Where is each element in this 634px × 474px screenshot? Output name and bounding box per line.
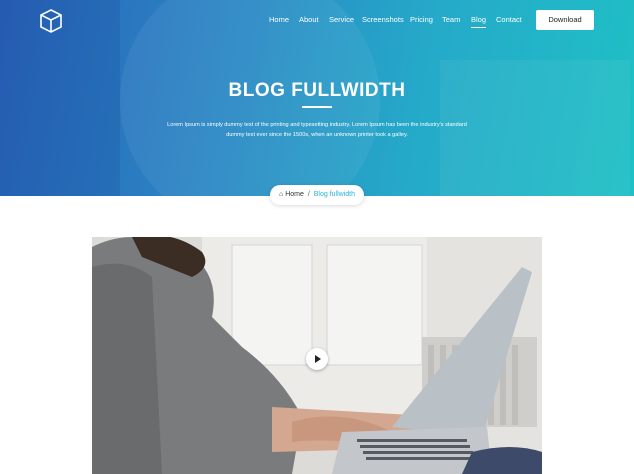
nav-service[interactable]: Service: [329, 15, 354, 24]
breadcrumb-separator: /: [307, 191, 310, 198]
nav-pricing[interactable]: Pricing: [410, 15, 433, 24]
breadcrumb-home[interactable]: Home: [285, 191, 304, 198]
hero-description: Lorem Ipsum is simply dummy text of the …: [167, 122, 467, 138]
nav-contact[interactable]: Contact: [496, 15, 522, 24]
nav-team[interactable]: Team: [442, 15, 460, 24]
nav-about[interactable]: About: [299, 15, 319, 24]
download-button[interactable]: Download: [536, 10, 594, 30]
breadcrumb: ⌂ Home / Blog fullwidth: [270, 185, 364, 205]
page-title: BLOG FULLWIDTH: [228, 80, 406, 101]
home-icon: ⌂: [279, 191, 284, 198]
title-underline: [302, 106, 332, 108]
play-icon[interactable]: [306, 348, 328, 370]
nav-screenshots[interactable]: Screenshots: [362, 15, 404, 24]
nav-home[interactable]: Home: [269, 15, 289, 24]
nav-blog[interactable]: Blog: [471, 15, 487, 28]
breadcrumb-current: Blog fullwidth: [313, 191, 355, 198]
